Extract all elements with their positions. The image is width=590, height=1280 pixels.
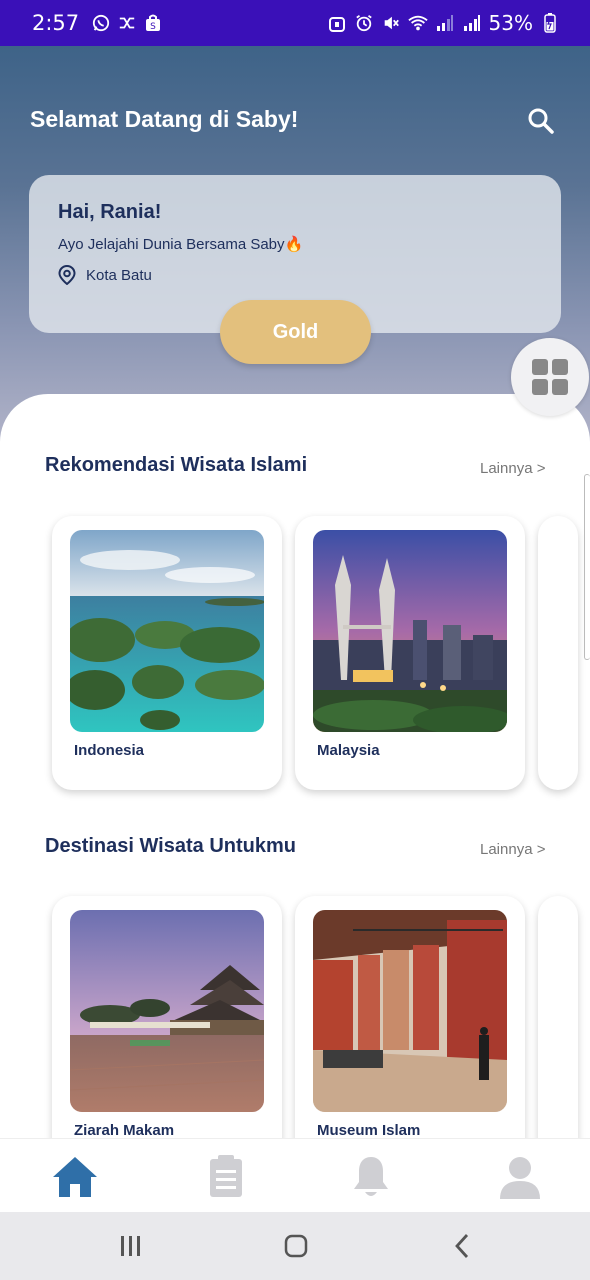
card-image-indonesia	[70, 530, 264, 732]
back-icon	[455, 1234, 469, 1258]
card-label: Museum Islam	[317, 1122, 421, 1139]
bell-icon	[354, 1157, 388, 1196]
gold-tier-button[interactable]: Gold	[220, 300, 371, 364]
shuffle-icon	[117, 13, 137, 33]
shopping-bag-icon: S	[143, 13, 163, 33]
destination-card-partial[interactable]	[538, 516, 578, 790]
home-icon	[53, 1157, 97, 1197]
destination-card-ziarah-makam[interactable]: Ziarah Makam	[52, 896, 282, 1154]
bottom-navigation	[0, 1138, 590, 1212]
greeting-name: Hai, Rania!	[58, 201, 162, 223]
destination-card-malaysia[interactable]: Malaysia	[295, 516, 525, 790]
back-button[interactable]	[446, 1230, 478, 1262]
battery-icon	[540, 13, 560, 33]
status-bar: 2:57 S 53%	[0, 0, 590, 46]
greeting-subtitle: Ayo Jelajahi Dunia Bersama Saby🔥	[58, 236, 304, 253]
system-navigation-bar	[0, 1212, 590, 1280]
recent-apps-icon	[121, 1236, 140, 1256]
scrollbar-indicator	[584, 474, 590, 660]
lock-icon	[327, 13, 347, 33]
card-image-malaysia	[313, 530, 507, 732]
wifi-icon	[407, 13, 428, 33]
destination-card-partial[interactable]	[538, 896, 578, 1154]
alarm-icon	[354, 13, 374, 33]
signal-icon	[435, 13, 455, 33]
profile-icon	[500, 1157, 540, 1199]
home-system-button[interactable]	[280, 1230, 312, 1262]
destination-card-indonesia[interactable]: Indonesia	[52, 516, 282, 790]
search-icon	[528, 108, 554, 134]
card-image-ziarah-makam	[70, 910, 264, 1112]
card-label: Indonesia	[74, 742, 145, 759]
status-left-icons: S	[91, 13, 163, 33]
nav-profile[interactable]	[496, 1153, 544, 1201]
section-title-rekomendasi: Rekomendasi Wisata Islami	[45, 454, 308, 476]
card-label: Malaysia	[317, 742, 380, 759]
mute-icon	[381, 13, 401, 33]
signal-icon	[462, 13, 482, 33]
nav-home[interactable]	[51, 1153, 99, 1201]
status-right-icons: 53%	[327, 11, 560, 35]
clipboard-icon	[210, 1155, 242, 1197]
page-title: Selamat Datang di Saby!	[30, 106, 299, 132]
svg-text:S: S	[150, 22, 156, 32]
section-title-destinasi: Destinasi Wisata Untukmu	[45, 835, 296, 857]
destination-card-museum-islam[interactable]: Museum Islam	[295, 896, 525, 1154]
whatsapp-icon	[91, 13, 111, 33]
nav-bookings[interactable]	[202, 1153, 250, 1201]
search-button[interactable]	[524, 104, 558, 138]
more-link-rekomendasi[interactable]: Lainnya >	[480, 460, 545, 477]
location-pin-icon	[58, 265, 76, 285]
battery-percentage: 53%	[488, 11, 533, 35]
card-image-museum-islam	[313, 910, 507, 1112]
recent-apps-button[interactable]	[115, 1230, 147, 1262]
location-row: Kota Batu	[58, 265, 152, 285]
menu-grid-button[interactable]	[511, 338, 589, 416]
grid-icon	[532, 359, 568, 395]
card-label: Ziarah Makam	[74, 1122, 175, 1139]
home-circle-icon	[284, 1234, 308, 1258]
location-text: Kota Batu	[86, 266, 152, 284]
hero-header: Selamat Datang di Saby! Hai, Rania! Ayo …	[0, 46, 590, 446]
main-content: Rekomendasi Wisata Islami Lainnya > Indo…	[0, 394, 590, 1154]
nav-notifications[interactable]	[347, 1153, 395, 1201]
status-time: 2:57	[32, 11, 80, 35]
more-link-destinasi[interactable]: Lainnya >	[480, 841, 545, 858]
